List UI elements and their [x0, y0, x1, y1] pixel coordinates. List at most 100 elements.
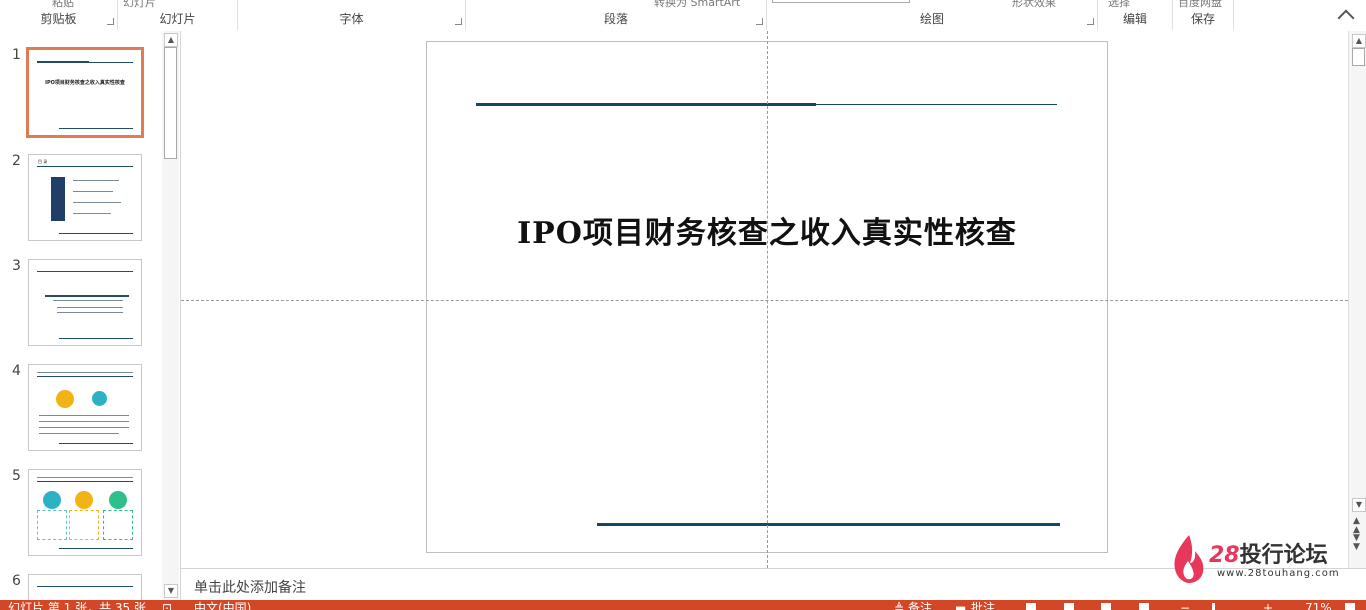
thumb-deco-line — [59, 443, 133, 444]
thumb-text-line — [73, 202, 121, 203]
clipboard-group-label: 剪贴板 — [40, 12, 77, 26]
slides-group: 幻灯片 幻灯片 — [118, 0, 238, 30]
drawing-group: 形状效果 绘图 — [767, 0, 1098, 30]
watermark-logo: 28投行论坛 www.28touhang.com — [1171, 533, 1351, 593]
scroll-up-arrow-icon[interactable]: ▲ — [1352, 34, 1366, 48]
select-label-cut[interactable]: 选择 — [1108, 0, 1130, 10]
comments-toggle-label[interactable]: 批注 — [971, 602, 995, 610]
notes-placeholder[interactable]: 单击此处添加备注 — [194, 577, 306, 597]
zoom-out-icon[interactable]: − — [1180, 602, 1190, 610]
thumbnail-scrollbar[interactable]: ▲ ▼ — [162, 31, 179, 600]
zoom-in-icon[interactable]: + — [1263, 602, 1273, 610]
thumbnail-slide-2[interactable]: 目 录 — [28, 154, 142, 241]
font-group-label: 字体 — [339, 12, 364, 26]
thumb-text-line — [39, 427, 129, 428]
shapes-gallery-cut[interactable] — [772, 0, 910, 3]
next-slide-icon[interactable]: ▼ ▼ — [1353, 534, 1360, 552]
editor-scrollbar[interactable]: ▲ ▼ ▲ ▲ ▼ ▼ — [1348, 31, 1366, 568]
thumb-circle-shape — [92, 391, 107, 406]
thumb-deco-line — [37, 586, 133, 587]
thumb-dashed-box — [69, 510, 99, 540]
thumb-deco-line — [89, 62, 133, 63]
notes-toggle-label[interactable]: 备注 — [908, 602, 932, 610]
comments-icon[interactable]: ▬ — [955, 602, 966, 610]
thumbnail-number: 6 — [12, 573, 21, 589]
slides-group-label: 幻灯片 — [159, 12, 196, 26]
thumbnail-slide-4[interactable] — [28, 364, 142, 451]
thumb-text-line — [37, 477, 133, 478]
thumbnail-number: 2 — [12, 153, 21, 169]
thumbnail-slide-1[interactable]: IPO项目财务核查之收入真实性核查 — [26, 47, 144, 138]
thumb-deco-line — [59, 128, 133, 129]
thumb-text-line — [73, 213, 111, 214]
thumb-text-line — [39, 421, 129, 422]
thumbnail-title: 目 录 — [38, 159, 48, 164]
notes-toggle-icon[interactable]: ≜ — [894, 602, 904, 610]
editing-group: 选择 编辑 — [1098, 0, 1173, 30]
normal-view-icon[interactable] — [1026, 603, 1036, 610]
thumb-circle-shape — [75, 491, 93, 509]
spellcheck-icon[interactable]: ⊡ — [162, 602, 172, 610]
zoom-slider[interactable] — [1212, 603, 1215, 610]
paragraph-launcher-icon[interactable] — [756, 18, 763, 25]
slide-sorter-view-icon[interactable] — [1064, 603, 1074, 610]
save-group: 百度网盘 保存 — [1173, 0, 1234, 30]
collapse-ribbon-icon[interactable] — [1337, 9, 1355, 27]
scroll-thumb[interactable] — [164, 47, 177, 159]
thumbnail-slide-6[interactable] — [28, 574, 142, 601]
paste-label-cut[interactable]: 粘贴 — [52, 0, 74, 10]
slideshow-view-icon[interactable] — [1139, 603, 1149, 610]
thumb-circle-shape — [109, 491, 127, 509]
thumb-text-line — [39, 415, 129, 416]
watermark-number: 28 — [1209, 543, 1240, 568]
thumbnail-number: 4 — [12, 363, 21, 379]
slide-top-thin-line — [816, 104, 1057, 105]
slide-editing-area: IPO项目财务核查之收入真实性核查 — [181, 31, 1348, 568]
thumb-text-line — [37, 372, 133, 373]
drawing-group-label: 绘图 — [919, 12, 944, 26]
thumb-deco-line — [37, 376, 133, 377]
thumb-text-line — [39, 433, 119, 434]
thumb-deco-line — [37, 271, 133, 272]
thumb-deco-line — [59, 233, 133, 234]
new-slide-label-cut[interactable]: 幻灯片 — [123, 0, 156, 10]
slide-counter: 幻灯片 第 1 张，共 35 张 — [8, 601, 146, 610]
thumbnail-slide-3[interactable] — [28, 259, 142, 346]
thumb-dashed-box — [103, 510, 133, 540]
status-bar: 幻灯片 第 1 张，共 35 张 ⊡ 中文(中国) ≜ 备注 ▬ 批注 − + … — [0, 600, 1366, 610]
font-launcher-icon[interactable] — [455, 18, 462, 25]
drawing-launcher-icon[interactable] — [1087, 18, 1094, 25]
watermark-url: www.28touhang.com — [1217, 568, 1340, 579]
thumb-text-line — [73, 180, 119, 181]
scroll-down-arrow-icon[interactable]: ▼ — [1352, 498, 1366, 512]
watermark-title: 28投行论坛 — [1209, 537, 1328, 569]
thumb-dashed-box — [37, 510, 67, 540]
paragraph-group: 转换为 SmartArt 段落 — [466, 0, 767, 30]
scroll-down-arrow-icon[interactable]: ▼ — [164, 584, 178, 598]
ribbon: 粘贴 剪贴板 幻灯片 幻灯片 字体 转换为 SmartArt 段落 形状效果 绘… — [0, 0, 1366, 32]
thumb-deco-line — [59, 338, 133, 339]
font-group: 字体 — [238, 0, 466, 30]
smartart-label-cut[interactable]: 转换为 SmartArt — [654, 0, 740, 10]
thumb-text-line — [73, 191, 113, 192]
zoom-level[interactable]: 71% — [1305, 602, 1332, 610]
clipboard-group: 粘贴 剪贴板 — [0, 0, 118, 30]
notes-pane[interactable]: 单击此处添加备注 28投行论坛 www.28touhang.com — [181, 535, 1366, 601]
paragraph-group-label: 段落 — [603, 12, 628, 26]
fit-to-window-icon[interactable] — [1345, 603, 1355, 610]
shape-effects-label-cut[interactable]: 形状效果 — [1012, 0, 1056, 10]
scroll-thumb[interactable] — [1352, 48, 1365, 66]
thumb-text-line — [53, 300, 123, 301]
thumb-image-block — [51, 177, 65, 221]
baidu-netdisk-label-cut[interactable]: 百度网盘 — [1178, 0, 1222, 10]
language-indicator[interactable]: 中文(中国) — [194, 602, 251, 610]
thumb-circle-shape — [43, 491, 61, 509]
thumbnail-slide-5[interactable] — [28, 469, 142, 556]
watermark-brand: 投行论坛 — [1239, 543, 1328, 568]
clipboard-launcher-icon[interactable] — [107, 18, 114, 25]
reading-view-icon[interactable] — [1101, 603, 1111, 610]
save-group-label: 保存 — [1190, 12, 1215, 26]
horizontal-guide[interactable] — [181, 300, 1348, 301]
scroll-up-arrow-icon[interactable]: ▲ — [164, 33, 178, 47]
slide-bottom-line — [597, 523, 1060, 526]
